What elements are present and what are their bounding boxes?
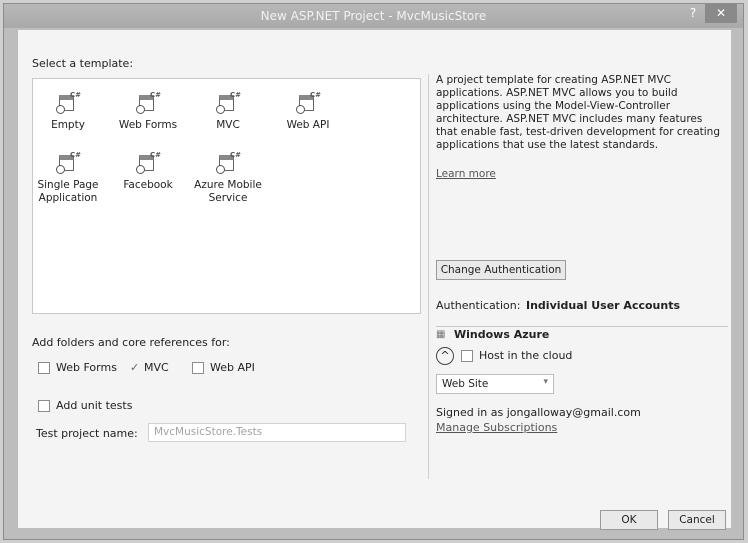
web-template-icon: C# bbox=[56, 91, 81, 114]
web-template-icon: C# bbox=[136, 91, 161, 114]
template-label: Azure Mobile Service bbox=[194, 179, 262, 204]
template-description: A project template for creating ASP.NET … bbox=[436, 74, 726, 181]
learn-more-link[interactable]: Learn more bbox=[436, 168, 726, 181]
web-template-icon: C# bbox=[216, 151, 241, 174]
template-facebook[interactable]: C# Facebook bbox=[113, 151, 183, 192]
dialog-body: Select a template: C# Empty C# Web Forms… bbox=[18, 30, 731, 530]
select-template-label: Select a template: bbox=[32, 57, 134, 70]
column-divider bbox=[428, 74, 429, 479]
window-title: New ASP.NET Project - MvcMusicStore bbox=[260, 9, 487, 23]
windows-azure-icon: ▦ bbox=[436, 329, 446, 340]
template-empty[interactable]: C# Empty bbox=[33, 91, 103, 132]
template-single-page-application[interactable]: C# Single Page Application bbox=[33, 151, 103, 205]
windows-azure-heading: Windows Azure bbox=[454, 328, 550, 341]
template-web-forms[interactable]: C# Web Forms bbox=[113, 91, 183, 132]
description-text: A project template for creating ASP.NET … bbox=[436, 74, 720, 151]
chevron-up-icon: ^ bbox=[440, 349, 450, 362]
host-in-cloud-label: Host in the cloud bbox=[479, 349, 573, 362]
references-label: Add folders and core references for: bbox=[32, 336, 230, 349]
authentication-label: Authentication: bbox=[436, 299, 521, 312]
mvc-label: MVC bbox=[144, 361, 169, 374]
template-mvc[interactable]: C# MVC bbox=[193, 91, 263, 132]
change-authentication-button[interactable]: Change Authentication bbox=[436, 260, 566, 280]
manage-subscriptions-link[interactable]: Manage Subscriptions bbox=[436, 421, 557, 434]
template-label: Single Page Application bbox=[37, 179, 99, 204]
mvc-checkbox[interactable]: ✓ bbox=[130, 361, 139, 374]
web-api-checkbox[interactable] bbox=[192, 362, 204, 374]
title-bar: New ASP.NET Project - MvcMusicStore ? ✕ bbox=[4, 4, 743, 28]
signed-in-text: Signed in as jongalloway@gmail.com bbox=[436, 406, 641, 419]
collapse-azure-button[interactable]: ^ bbox=[436, 347, 454, 365]
site-type-dropdown[interactable]: Web Site ▾ bbox=[436, 374, 554, 394]
web-template-icon: C# bbox=[136, 151, 161, 174]
template-azure-mobile-service[interactable]: C# Azure Mobile Service bbox=[193, 151, 263, 205]
unit-tests-label: Add unit tests bbox=[56, 399, 133, 412]
site-type-value: Web Site bbox=[442, 378, 489, 390]
ok-button[interactable]: OK bbox=[600, 510, 658, 530]
chevron-down-icon: ▾ bbox=[543, 377, 548, 387]
template-label: MVC bbox=[216, 119, 240, 131]
help-button[interactable]: ? bbox=[681, 4, 705, 23]
template-label: Web API bbox=[286, 119, 330, 131]
host-in-cloud-checkbox[interactable] bbox=[461, 350, 473, 362]
section-divider bbox=[436, 326, 728, 327]
web-template-icon: C# bbox=[56, 151, 81, 174]
test-project-name-field[interactable]: MvcMusicStore.Tests bbox=[148, 423, 406, 442]
template-label: Facebook bbox=[123, 179, 173, 191]
web-template-icon: C# bbox=[216, 91, 241, 114]
web-forms-checkbox[interactable] bbox=[38, 362, 50, 374]
template-list: C# Empty C# Web Forms C# MVC C# Web API … bbox=[32, 78, 421, 314]
dialog-window: New ASP.NET Project - MvcMusicStore ? ✕ … bbox=[3, 3, 744, 540]
web-template-icon: C# bbox=[296, 91, 321, 114]
unit-tests-checkbox[interactable] bbox=[38, 400, 50, 412]
cancel-button[interactable]: Cancel bbox=[668, 510, 726, 530]
template-label: Web Forms bbox=[118, 119, 178, 131]
web-forms-label: Web Forms bbox=[56, 361, 117, 374]
template-web-api[interactable]: C# Web API bbox=[273, 91, 343, 132]
template-label: Empty bbox=[51, 119, 85, 131]
test-project-name-label: Test project name: bbox=[36, 427, 138, 440]
web-api-label: Web API bbox=[210, 361, 255, 374]
close-button[interactable]: ✕ bbox=[705, 4, 737, 23]
authentication-value: Individual User Accounts bbox=[526, 299, 681, 312]
